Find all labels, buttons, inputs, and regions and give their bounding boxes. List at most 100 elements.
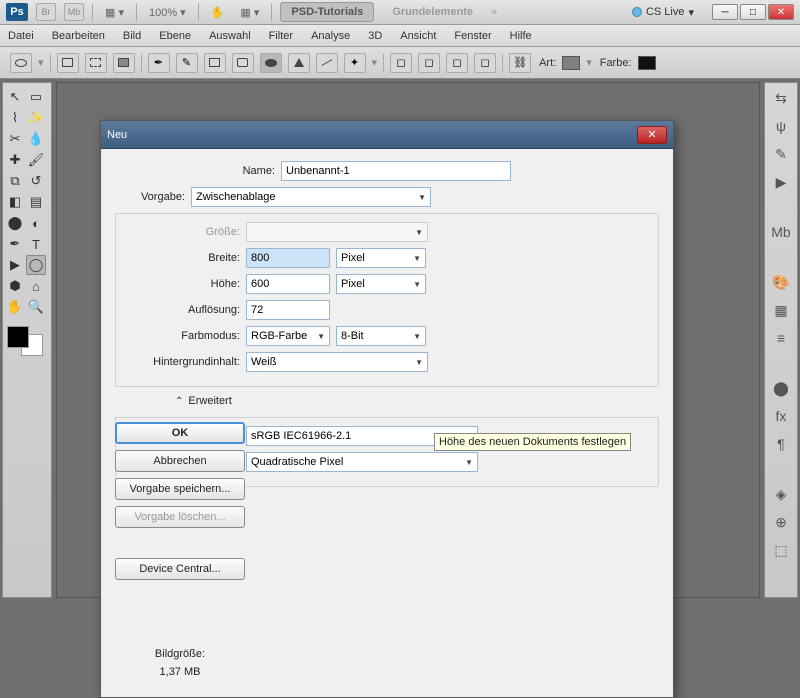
bridge-button[interactable]: Br [36,3,56,21]
tool-preset-icon[interactable] [10,53,32,73]
camera-tool-icon[interactable]: ⌂ [26,276,46,296]
colormode-dropdown[interactable]: RGB-Farbe▼ [246,326,330,346]
path-select-icon[interactable]: ▶ [5,255,25,275]
menu-ebene[interactable]: Ebene [159,30,191,42]
height-input[interactable] [246,274,330,294]
menu-bearbeiten[interactable]: Bearbeiten [52,30,105,42]
dialog-titlebar[interactable]: Neu ✕ [101,121,673,149]
polygon-shape-icon[interactable] [288,53,310,73]
color-swatch[interactable] [638,56,656,70]
resolution-input[interactable] [246,300,330,320]
marquee-tool-icon[interactable]: ▭ [26,87,46,107]
width-unit-dropdown[interactable]: Pixel▼ [336,248,426,268]
menu-filter[interactable]: Filter [269,30,293,42]
fg-color[interactable] [7,326,29,348]
eraser-tool-icon[interactable]: ◧ [5,192,25,212]
link-icon[interactable]: ⛓ [509,53,531,73]
minibridge-button[interactable]: Mb [64,3,84,21]
intersect-icon[interactable]: ◻ [446,53,468,73]
pen-tool-icon[interactable]: ✒ [5,234,25,254]
3d-tool-icon[interactable]: ⬢ [5,276,25,296]
lasso-tool-icon[interactable]: ⌇ [5,108,25,128]
menu-analyse[interactable]: Analyse [311,30,350,42]
panel-icon[interactable]: ψ [771,117,791,135]
style-swatch[interactable] [562,56,580,70]
menu-datei[interactable]: Datei [8,30,34,42]
heal-tool-icon[interactable]: ✚ [5,150,25,170]
move-tool-icon[interactable]: ↖ [5,87,25,107]
ok-button[interactable]: OK [115,422,245,444]
par-dropdown[interactable]: Quadratische Pixel▼ [246,452,478,472]
panel-icon[interactable]: 🎨 [771,273,791,291]
minimize-button[interactable]: ─ [712,4,738,20]
workspace-more-icon[interactable]: » [491,6,497,18]
line-shape-icon[interactable] [316,53,338,73]
cancel-button[interactable]: Abbrechen [115,450,245,472]
hand-tool-icon[interactable]: ✋ [207,4,229,21]
menu-fenster[interactable]: Fenster [454,30,491,42]
save-preset-button[interactable]: Vorgabe speichern... [115,478,245,500]
menu-hilfe[interactable]: Hilfe [510,30,532,42]
panel-icon[interactable]: fx [771,407,791,425]
menu-3d[interactable]: 3D [368,30,382,42]
blur-tool-icon[interactable]: ⬤ [5,213,25,233]
height-unit-dropdown[interactable]: Pixel▼ [336,274,426,294]
pen-icon[interactable]: ✒ [148,53,170,73]
crop-tool-icon[interactable]: ✂ [5,129,25,149]
rect-shape-icon[interactable] [204,53,226,73]
type-tool-icon[interactable]: T [26,234,46,254]
bgcontent-dropdown[interactable]: Weiß▼ [246,352,428,372]
dialog-close-button[interactable]: ✕ [637,126,667,144]
rrect-shape-icon[interactable] [232,53,254,73]
custom-shape-icon[interactable]: ✦ [344,53,366,73]
brush-tool-icon[interactable]: 🖌 [26,150,46,170]
panel-icon[interactable]: ◈ [771,485,791,503]
combine-icon[interactable]: ◻ [390,53,412,73]
color-picker[interactable] [5,324,45,358]
workspace-tab-active[interactable]: PSD-Tutorials [280,2,374,22]
menu-ansicht[interactable]: Ansicht [400,30,436,42]
exclude-icon[interactable]: ◻ [474,53,496,73]
ellipse-shape-icon[interactable] [260,53,282,73]
panel-icon[interactable]: ≡ [771,329,791,347]
panel-icon[interactable]: ¶ [771,435,791,453]
view-layout-dropdown[interactable]: ▦ ▾ [101,4,128,21]
extras-dropdown[interactable]: ▦ ▾ [236,4,263,21]
history-brush-icon[interactable]: ↺ [26,171,46,191]
panel-icon[interactable]: ⬤ [771,379,791,397]
eyedropper-tool-icon[interactable]: 💧 [26,129,46,149]
shape-layer-icon[interactable] [57,53,79,73]
advanced-toggle[interactable]: ⌃Erweitert [175,395,659,407]
panel-icon[interactable]: ✎ [771,145,791,163]
hand-tool[interactable]: ✋ [5,297,25,317]
panel-icon[interactable]: Mb [771,223,791,241]
panel-icon[interactable]: ⊕ [771,513,791,531]
shape-tool-icon[interactable]: ◯ [26,255,46,275]
gradient-tool-icon[interactable]: ▤ [26,192,46,212]
freeform-pen-icon[interactable]: ✎ [176,53,198,73]
close-button[interactable]: ✕ [768,4,794,20]
bitdepth-dropdown[interactable]: 8-Bit▼ [336,326,426,346]
panel-icon[interactable]: ⇆ [771,89,791,107]
subtract-icon[interactable]: ◻ [418,53,440,73]
maximize-button[interactable]: □ [740,4,766,20]
path-icon[interactable] [85,53,107,73]
menu-bild[interactable]: Bild [123,30,141,42]
panel-icon[interactable]: ▦ [771,301,791,319]
name-input[interactable] [281,161,511,181]
zoom-dropdown[interactable]: 100% ▾ [145,4,190,21]
width-input[interactable] [246,248,330,268]
device-central-button[interactable]: Device Central... [115,558,245,580]
dialog-title: Neu [107,129,127,141]
panel-icon[interactable]: ▶ [771,173,791,191]
preset-dropdown[interactable]: Zwischenablage▼ [191,187,431,207]
workspace-tab[interactable]: Grundelemente [382,3,483,21]
stamp-tool-icon[interactable]: ⧉ [5,171,25,191]
fill-pixels-icon[interactable] [113,53,135,73]
zoom-tool-icon[interactable]: 🔍 [26,297,46,317]
panel-icon[interactable]: ⬚ [771,541,791,559]
cslive-button[interactable]: CS Live ▾ [632,6,694,19]
wand-tool-icon[interactable]: ✨ [26,108,46,128]
dodge-tool-icon[interactable]: ◐ [26,213,46,233]
menu-auswahl[interactable]: Auswahl [209,30,251,42]
